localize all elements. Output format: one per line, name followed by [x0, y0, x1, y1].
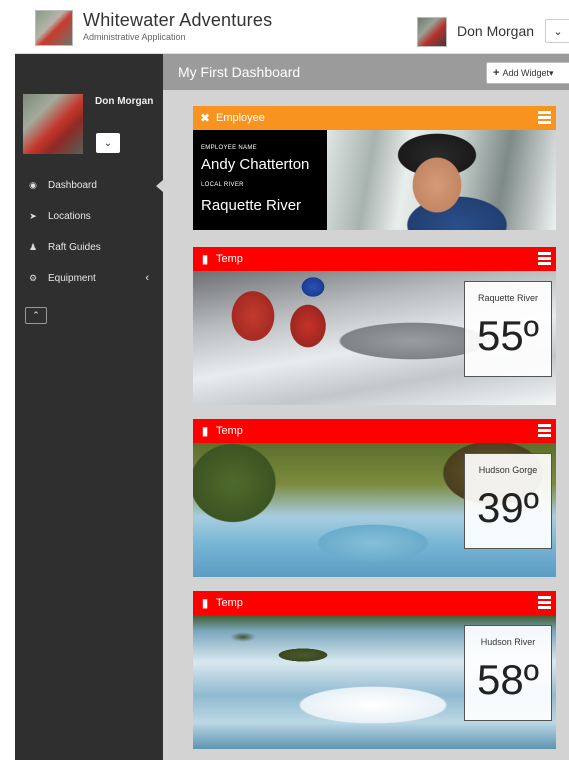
widget-body: EMPLOYEE NAME Andy Chatterton LOCAL RIVE… — [193, 130, 556, 230]
sidebar-item-raft-guides[interactable]: ♟ Raft Guides — [15, 232, 163, 263]
employee-name-label: EMPLOYEE NAME — [201, 145, 257, 151]
temperature-reading: Hudson Gorge 39º — [464, 453, 552, 549]
main-content: My First Dashboard + Add Widget ▾ ✖ Empl… — [163, 54, 569, 760]
sidebar-item-label: Locations — [48, 211, 91, 222]
local-river: Raquette River — [201, 197, 302, 214]
widget-header: ▮ Temp — [193, 419, 556, 443]
temperature-reading: Raquette River 55º — [464, 281, 552, 377]
user-icon: ♟ — [28, 242, 38, 252]
widget-body: Hudson River 58º — [193, 615, 556, 749]
user-menu-button[interactable]: ⌄ — [545, 19, 569, 43]
user-avatar[interactable] — [417, 17, 447, 47]
app-header: Whitewater Adventures Administrative App… — [15, 0, 569, 54]
widget-header: ▮ Temp — [193, 591, 556, 615]
chevron-left-icon: ‹ — [145, 272, 149, 284]
sidebar-item-label: Dashboard — [48, 180, 97, 191]
sidebar-user-name: Don Morgan — [95, 96, 154, 107]
sidebar-item-label: Equipment — [48, 273, 96, 284]
employee-name: Andy Chatterton — [201, 156, 310, 173]
widget-body: Hudson Gorge 39º — [193, 443, 556, 577]
dashboard-toolbar: My First Dashboard + Add Widget ▾ — [163, 54, 569, 90]
widget-header: ✖ Employee — [193, 106, 556, 130]
sidebar-avatar — [23, 94, 83, 154]
temperature-reading: Hudson River 58º — [464, 625, 552, 721]
app-logo[interactable] — [35, 10, 73, 46]
widget-menu-icon[interactable] — [538, 252, 551, 265]
widget-menu-icon[interactable] — [538, 596, 551, 609]
app-title: Whitewater Adventures — [83, 10, 273, 30]
widget-title: Temp — [216, 253, 243, 265]
temperature-value: 55º — [476, 312, 540, 359]
sidebar-nav: ◉ Dashboard ➤ Locations ♟ Raft Guides ⚙ … — [15, 170, 163, 294]
widget-title: Temp — [216, 425, 243, 437]
widget-header: ▮ Temp — [193, 247, 556, 271]
employee-photo — [327, 130, 556, 230]
chevron-down-icon: ⌄ — [553, 25, 563, 38]
user-name[interactable]: Don Morgan — [457, 23, 534, 39]
temperature-value: 58º — [476, 656, 540, 703]
chevron-down-icon: ⌄ — [103, 137, 113, 149]
widget-body: Raquette River 55º — [193, 271, 556, 405]
widget-menu-icon[interactable] — [538, 111, 551, 124]
temperature-value: 39º — [476, 484, 540, 531]
chevron-up-icon: ⌃ — [32, 310, 40, 320]
thermometer-icon: ▮ — [201, 424, 209, 438]
sidebar-item-label: Raft Guides — [48, 242, 101, 253]
widget-title: Employee — [216, 112, 265, 124]
caret-down-icon: ▾ — [548, 67, 554, 78]
sidebar: Don Morgan ⌄ ◉ Dashboard ➤ Locations ♟ R… — [15, 54, 163, 760]
temp-widget: ▮ Temp Hudson River 58º — [193, 591, 556, 749]
app-subtitle: Administrative Application — [83, 32, 186, 42]
plus-icon: + — [493, 67, 500, 79]
location-arrow-icon: ➤ — [29, 211, 37, 221]
temp-widget: ▮ Temp Raquette River 55º — [193, 247, 556, 405]
widget-menu-icon[interactable] — [538, 424, 551, 437]
sidebar-item-equipment[interactable]: ⚙ Equipment ‹ — [15, 263, 163, 294]
widget-title: Temp — [216, 597, 243, 609]
sidebar-item-dashboard[interactable]: ◉ Dashboard — [15, 170, 163, 201]
sidebar-user-menu-button[interactable]: ⌄ — [96, 133, 120, 153]
local-river-label: LOCAL RIVER — [201, 182, 244, 188]
river-name: Hudson Gorge — [478, 465, 538, 475]
cogs-icon: ⚙ — [28, 273, 38, 283]
sidebar-item-locations[interactable]: ➤ Locations — [15, 201, 163, 232]
employee-widget: ✖ Employee EMPLOYEE NAME Andy Chatterton… — [193, 106, 556, 230]
river-name: Hudson River — [480, 637, 536, 647]
thermometer-icon: ▮ — [201, 252, 209, 266]
temp-widget: ▮ Temp Hudson Gorge 39º — [193, 419, 556, 577]
dashboard-icon: ◉ — [29, 180, 37, 190]
add-widget-label: Add Widget — [502, 68, 549, 78]
runner-icon: ✖ — [199, 111, 211, 125]
thermometer-icon: ▮ — [201, 596, 209, 610]
page-title: My First Dashboard — [178, 64, 301, 80]
river-name: Raquette River — [477, 293, 539, 303]
add-widget-button[interactable]: + Add Widget ▾ — [486, 62, 569, 84]
sidebar-collapse-button[interactable]: ⌃ — [25, 307, 47, 324]
